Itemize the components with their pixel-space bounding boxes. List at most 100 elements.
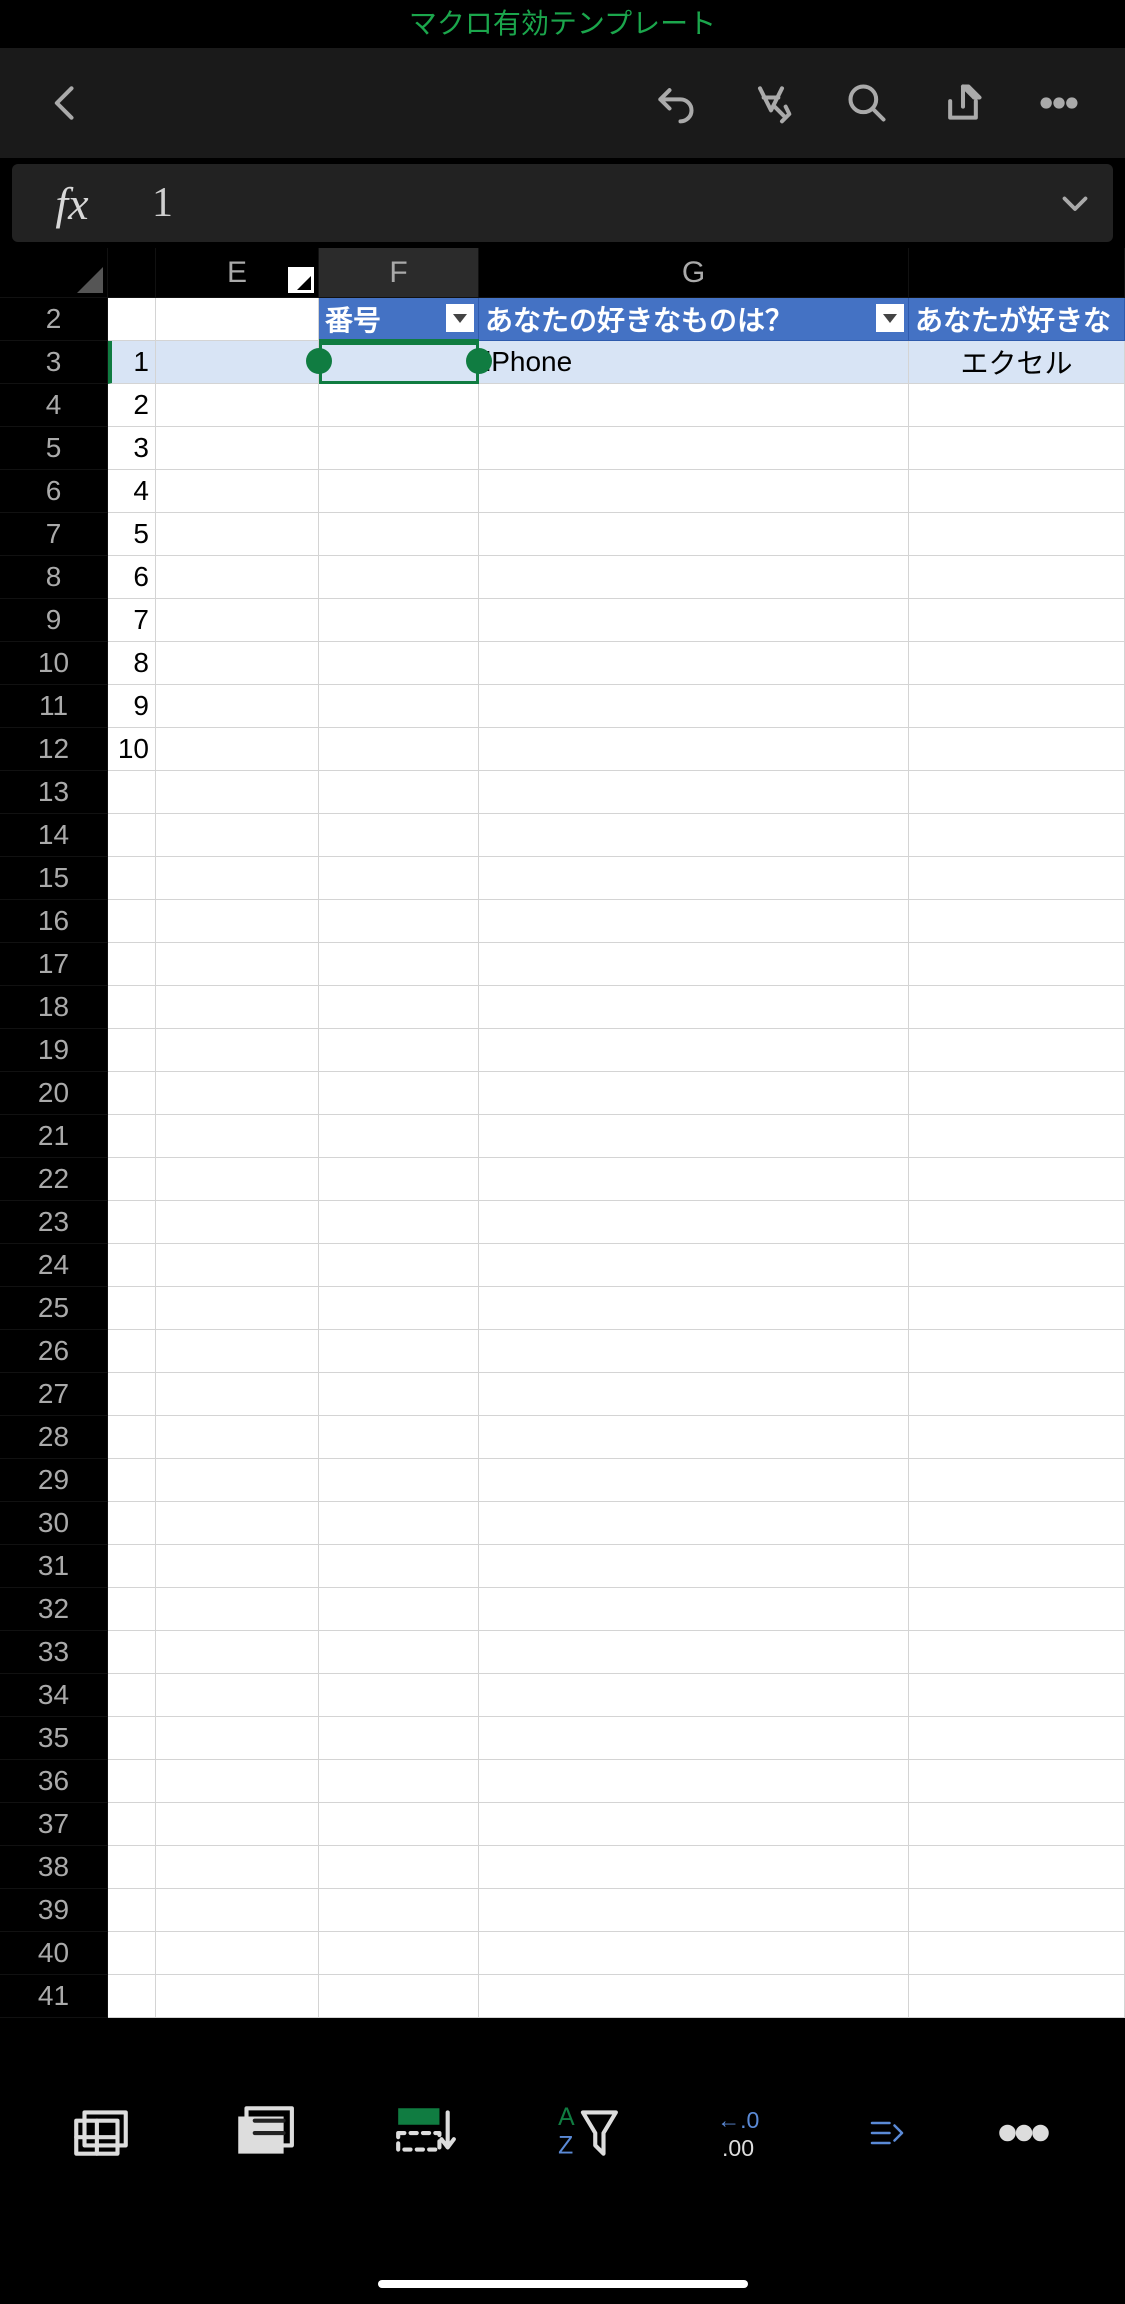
column-header[interactable] (108, 248, 156, 298)
cell[interactable]: 7 (108, 599, 156, 642)
cell[interactable] (479, 1674, 909, 1717)
cell[interactable] (909, 685, 1125, 728)
row-header[interactable]: 28 (0, 1416, 108, 1459)
row-header[interactable]: 20 (0, 1072, 108, 1115)
cell[interactable] (108, 1115, 156, 1158)
cell[interactable] (108, 1330, 156, 1373)
search-button[interactable] (825, 61, 909, 145)
cell[interactable] (909, 1889, 1125, 1932)
formula-input[interactable]: 1 (132, 164, 1113, 242)
cell[interactable] (156, 1115, 319, 1158)
back-button[interactable] (24, 61, 108, 145)
cell[interactable] (479, 1975, 909, 2018)
cell[interactable] (479, 1416, 909, 1459)
row-header[interactable]: 25 (0, 1287, 108, 1330)
cell[interactable] (909, 1072, 1125, 1115)
row-header[interactable]: 9 (0, 599, 108, 642)
cell[interactable] (479, 857, 909, 900)
cell[interactable] (319, 1244, 479, 1287)
cell[interactable] (479, 900, 909, 943)
cell[interactable] (479, 1631, 909, 1674)
cell[interactable] (156, 685, 319, 728)
cell[interactable] (156, 1158, 319, 1201)
cell[interactable] (319, 1158, 479, 1201)
cell[interactable]: あなたが好きな (909, 298, 1125, 341)
cell[interactable] (319, 900, 479, 943)
cell[interactable] (479, 1889, 909, 1932)
cell[interactable] (156, 1846, 319, 1889)
cell[interactable] (319, 599, 479, 642)
cell[interactable] (108, 1459, 156, 1502)
cell[interactable] (319, 1029, 479, 1072)
cell[interactable] (909, 1631, 1125, 1674)
cell[interactable] (319, 771, 479, 814)
row-header[interactable]: 40 (0, 1932, 108, 1975)
cell[interactable] (319, 642, 479, 685)
cell[interactable] (319, 943, 479, 986)
cell[interactable] (319, 1072, 479, 1115)
cell[interactable] (479, 1932, 909, 1975)
row-header[interactable]: 33 (0, 1631, 108, 1674)
cell[interactable] (479, 1717, 909, 1760)
row-header[interactable]: 2 (0, 298, 108, 341)
cell[interactable] (108, 1631, 156, 1674)
row-header[interactable]: 22 (0, 1158, 108, 1201)
cell[interactable] (319, 814, 479, 857)
fx-button[interactable]: fx (12, 164, 132, 242)
row-header[interactable]: 36 (0, 1760, 108, 1803)
cell[interactable] (909, 1502, 1125, 1545)
cell[interactable] (479, 1201, 909, 1244)
column-resize-handle[interactable] (288, 267, 314, 293)
cell[interactable] (156, 728, 319, 771)
cell[interactable] (156, 1373, 319, 1416)
cell[interactable] (909, 1846, 1125, 1889)
cell[interactable] (479, 1803, 909, 1846)
cell[interactable] (479, 427, 909, 470)
cell[interactable] (319, 986, 479, 1029)
cell[interactable]: 6 (108, 556, 156, 599)
cell[interactable] (909, 1975, 1125, 2018)
cell[interactable] (909, 1201, 1125, 1244)
cell[interactable] (909, 1330, 1125, 1373)
cell[interactable] (909, 1803, 1125, 1846)
cell[interactable] (479, 1545, 909, 1588)
cell[interactable] (479, 384, 909, 427)
cell[interactable] (909, 943, 1125, 986)
spreadsheet[interactable]: E F G 2番号あなたの好きなものは？あなたが好きな31iPhoneエクセル4… (0, 248, 1125, 2066)
cell[interactable] (108, 1674, 156, 1717)
column-header-g[interactable]: G (479, 248, 909, 298)
cell[interactable]: 4 (108, 470, 156, 513)
insert-row-button[interactable] (380, 2088, 470, 2178)
cell[interactable] (909, 814, 1125, 857)
cell[interactable] (108, 1502, 156, 1545)
cell[interactable] (479, 986, 909, 1029)
cell[interactable] (479, 1760, 909, 1803)
cell[interactable] (156, 470, 319, 513)
cell[interactable] (909, 1287, 1125, 1330)
row-header[interactable]: 41 (0, 1975, 108, 2018)
cell[interactable] (156, 599, 319, 642)
cell[interactable] (156, 986, 319, 1029)
cell[interactable] (319, 1674, 479, 1717)
cell[interactable] (479, 556, 909, 599)
cell[interactable] (479, 1115, 909, 1158)
number-format-button[interactable]: ←.0 .00 (705, 2088, 795, 2178)
cell[interactable] (108, 1416, 156, 1459)
cell[interactable]: 10 (108, 728, 156, 771)
cell[interactable] (319, 1846, 479, 1889)
row-header[interactable]: 13 (0, 771, 108, 814)
row-header[interactable]: 32 (0, 1588, 108, 1631)
cell[interactable]: iPhone (479, 341, 909, 384)
row-header[interactable]: 3 (0, 341, 108, 384)
cell[interactable] (319, 1717, 479, 1760)
cell[interactable] (319, 685, 479, 728)
cell[interactable] (156, 341, 319, 384)
bottom-more-button[interactable] (979, 2088, 1069, 2178)
cell[interactable] (156, 1287, 319, 1330)
cell[interactable] (108, 1803, 156, 1846)
cell[interactable] (479, 1459, 909, 1502)
row-header[interactable]: 4 (0, 384, 108, 427)
cell[interactable] (156, 427, 319, 470)
cell[interactable] (319, 1803, 479, 1846)
row-header[interactable]: 39 (0, 1889, 108, 1932)
